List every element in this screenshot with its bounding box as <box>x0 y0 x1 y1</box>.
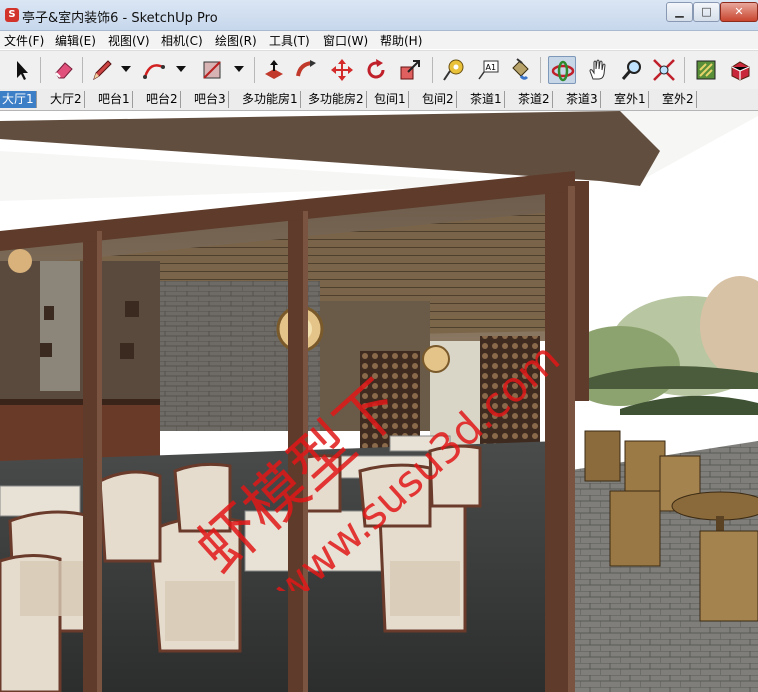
tab-scene-14[interactable]: 室外2 <box>660 91 697 108</box>
toolbar-separator <box>40 57 41 83</box>
tab-scene-8[interactable]: 包间1 <box>372 91 409 108</box>
tab-scene-12[interactable]: 茶道3 <box>564 91 601 108</box>
chevron-down-icon[interactable] <box>176 64 186 74</box>
line-tool-button[interactable] <box>88 56 116 84</box>
tab-scene-9[interactable]: 包间2 <box>420 91 457 108</box>
text-label-icon: A1 <box>478 60 499 80</box>
paint-bucket-icon <box>512 58 529 80</box>
follow-me-icon <box>296 60 316 77</box>
zoom-icon <box>621 60 641 80</box>
menu-help[interactable]: 帮助(H) <box>380 32 422 49</box>
select-tool-button[interactable] <box>8 56 36 84</box>
tab-scene-6[interactable]: 多功能房1 <box>240 91 301 108</box>
scene-tabs: 大厅1 大厅2 吧台1 吧台2 吧台3 多功能房1 多功能房2 包间1 包间2 … <box>0 89 758 111</box>
menu-file[interactable]: 文件(F) <box>4 32 44 49</box>
push-pull-tool-button[interactable] <box>260 56 288 84</box>
tab-scene-1[interactable]: 大厅1 <box>0 91 37 108</box>
push-pull-icon <box>265 60 283 79</box>
ruby-extension-button[interactable] <box>726 56 754 84</box>
tab-scene-11[interactable]: 茶道2 <box>516 91 553 108</box>
text-tool-button[interactable]: A1 <box>474 56 502 84</box>
pan-tool-button[interactable] <box>584 56 612 84</box>
eraser-icon <box>55 62 73 79</box>
pencil-line-icon <box>93 60 112 81</box>
scale-icon <box>400 60 420 80</box>
move-icon <box>331 59 353 81</box>
arc-icon <box>143 64 165 79</box>
move-tool-button[interactable] <box>328 56 356 84</box>
rectangle-icon <box>203 61 221 79</box>
close-button[interactable]: ✕ <box>720 2 758 22</box>
pan-hand-icon <box>589 59 606 80</box>
toolbar-separator <box>82 57 83 83</box>
zoom-extents-tool-button[interactable] <box>650 56 678 84</box>
title-bar: S 亭子&室内装饰6 - SketchUp Pro ▁ □ ✕ <box>0 0 758 31</box>
component-tool-button[interactable] <box>692 56 720 84</box>
tab-scene-4[interactable]: 吧台2 <box>144 91 181 108</box>
toolbar-separator <box>432 57 433 83</box>
sketchup-logo-icon: S <box>5 8 19 22</box>
chevron-down-icon[interactable] <box>234 64 244 74</box>
chevron-down-icon[interactable] <box>121 64 131 74</box>
paint-bucket-tool-button[interactable] <box>506 56 534 84</box>
menu-tools[interactable]: 工具(T) <box>269 32 310 49</box>
toolbar-separator <box>254 57 255 83</box>
rectangle-tool-button[interactable] <box>198 56 226 84</box>
eraser-tool-button[interactable] <box>50 56 78 84</box>
model-viewport[interactable]: 虾模型下 www.susu3d.com <box>0 111 758 692</box>
minimize-button[interactable]: ▁ <box>666 2 693 22</box>
menu-window[interactable]: 窗口(W) <box>323 32 368 49</box>
follow-me-tool-button[interactable] <box>292 56 320 84</box>
scale-tool-button[interactable] <box>396 56 424 84</box>
text-tool-glyph: A1 <box>486 63 497 72</box>
zoom-tool-button[interactable] <box>618 56 646 84</box>
tab-scene-7[interactable]: 多功能房2 <box>306 91 367 108</box>
tab-scene-5[interactable]: 吧台3 <box>192 91 229 108</box>
component-icon <box>696 60 716 80</box>
toolbar-separator <box>540 57 541 83</box>
menu-bar: 文件(F) 编辑(E) 视图(V) 相机(C) 绘图(R) 工具(T) 窗口(W… <box>0 31 758 49</box>
menu-edit[interactable]: 编辑(E) <box>55 32 96 49</box>
tab-scene-13[interactable]: 室外1 <box>612 91 649 108</box>
zoom-extents-icon <box>653 59 675 81</box>
select-arrow-icon <box>17 61 28 80</box>
tab-scene-3[interactable]: 吧台1 <box>96 91 133 108</box>
arc-tool-button[interactable] <box>140 56 168 84</box>
watermark: 虾模型下 www.susu3d.com <box>182 333 569 591</box>
toolbar-separator <box>684 57 685 83</box>
menu-view[interactable]: 视图(V) <box>108 32 150 49</box>
menu-draw[interactable]: 绘图(R) <box>215 32 257 49</box>
maximize-button[interactable]: □ <box>693 2 720 22</box>
ruby-extension-icon <box>731 61 750 81</box>
rotate-icon <box>367 59 385 79</box>
tab-scene-10[interactable]: 茶道1 <box>468 91 505 108</box>
window-title: 亭子&室内装饰6 - SketchUp Pro <box>22 11 218 26</box>
menu-camera[interactable]: 相机(C) <box>161 32 203 49</box>
tape-measure-icon <box>443 59 464 81</box>
main-toolbar: A1 <box>0 50 758 90</box>
tab-scene-2[interactable]: 大厅2 <box>48 91 85 108</box>
orbit-tool-button[interactable] <box>548 56 576 84</box>
orbit-icon <box>551 60 575 82</box>
tape-measure-tool-button[interactable] <box>440 56 468 84</box>
rotate-tool-button[interactable] <box>362 56 390 84</box>
